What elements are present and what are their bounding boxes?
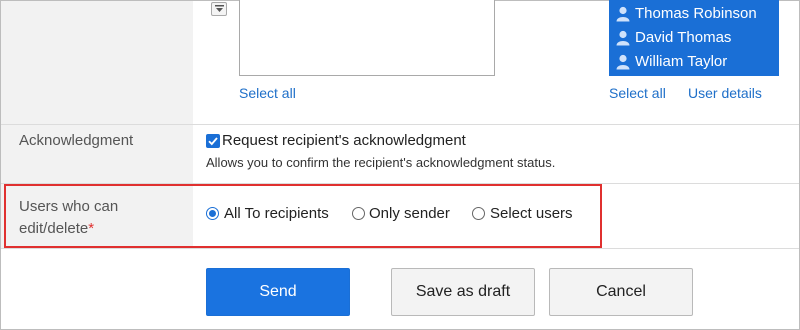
selected-recipients-list[interactable]: Thomas Robinson David Thomas William Tay… (609, 0, 779, 76)
checkmark-icon (208, 137, 218, 146)
select-all-selected-link[interactable]: Select all (609, 84, 666, 102)
user-icon (616, 6, 630, 22)
highlight-box (4, 184, 602, 248)
user-icon (616, 30, 630, 46)
selected-user-name: William Taylor (635, 53, 728, 70)
select-all-candidates-link[interactable]: Select all (239, 84, 296, 102)
selected-user-name: David Thomas (635, 29, 732, 46)
selected-user-item[interactable]: Thomas Robinson (609, 2, 779, 26)
selected-user-item[interactable]: David Thomas (609, 26, 779, 50)
cancel-button[interactable]: Cancel (549, 268, 693, 316)
selected-user-name: Thomas Robinson (635, 5, 757, 22)
collapse-toggle-button[interactable] (211, 2, 227, 16)
acknowledgment-checkbox[interactable] (206, 134, 220, 148)
acknowledgment-description: Allows you to confirm the recipient's ac… (206, 155, 556, 170)
user-details-link[interactable]: User details (688, 84, 762, 102)
send-button[interactable]: Send (206, 268, 350, 316)
candidate-users-listbox[interactable] (239, 0, 495, 76)
user-icon (616, 54, 630, 70)
acknowledgment-checkbox-label[interactable]: Request recipient's acknowledgment (222, 132, 466, 150)
label-column-recipients (1, 1, 193, 124)
row-divider (1, 124, 799, 125)
acknowledgment-label: Acknowledgment (19, 132, 134, 149)
row-divider (1, 248, 799, 249)
collapse-down-icon (215, 5, 224, 12)
save-as-draft-button[interactable]: Save as draft (391, 268, 535, 316)
selected-user-item[interactable]: William Taylor (609, 50, 779, 74)
